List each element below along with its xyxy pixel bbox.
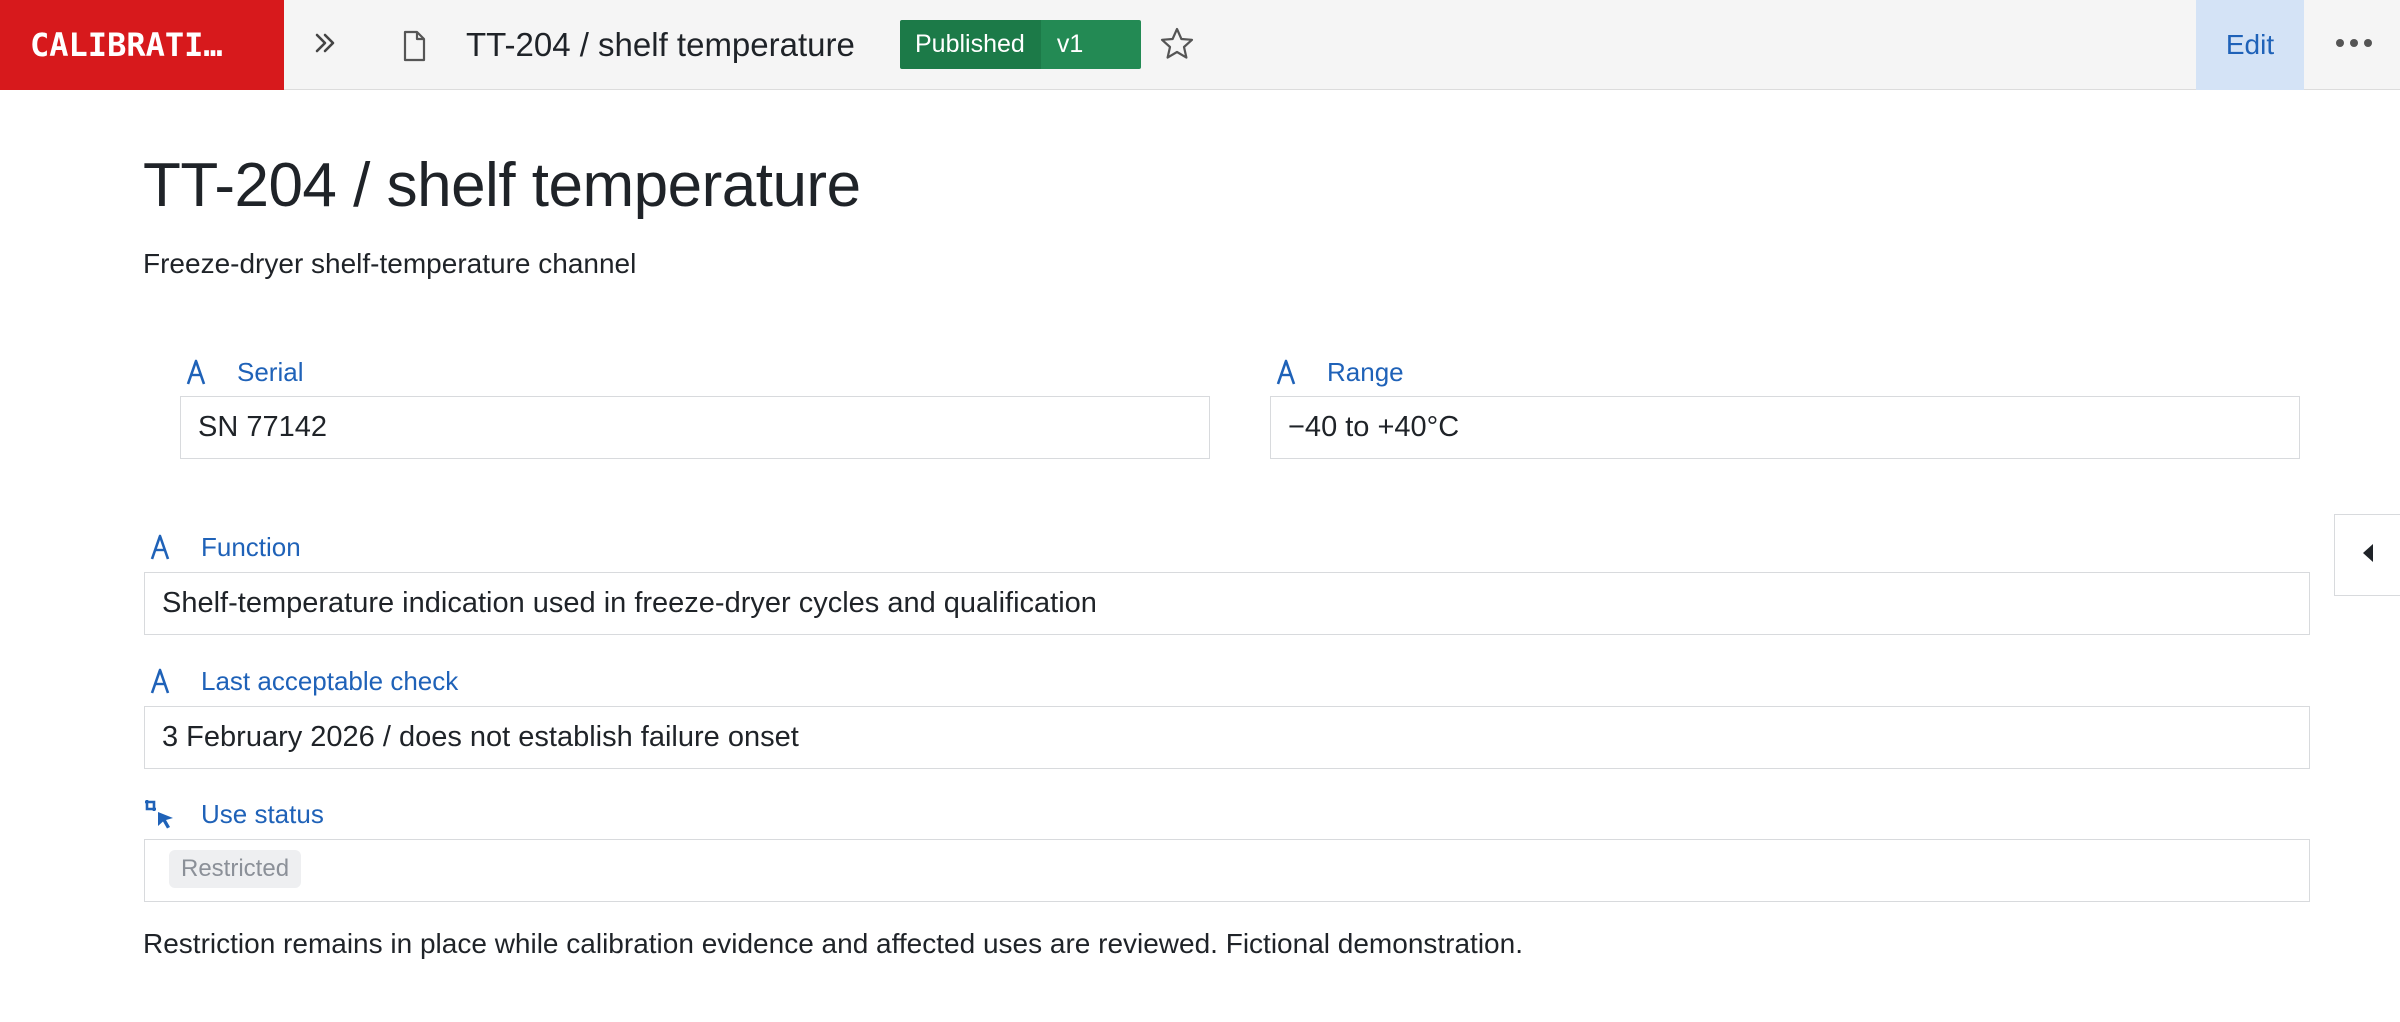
favorite-button[interactable]: [1155, 24, 1199, 68]
status-label: Published: [900, 20, 1041, 69]
range-label: Range: [1273, 354, 1404, 390]
text-field-icon: [1273, 357, 1299, 387]
use-status-label-text: Use status: [201, 798, 324, 829]
range-field[interactable]: −40 to +40°C: [1270, 396, 2300, 459]
restriction-note: Restriction remains in place while calib…: [143, 928, 1523, 959]
header-document-title: TT-204 / shelf temperature: [466, 26, 855, 63]
last-check-label-text: Last acceptable check: [201, 665, 459, 696]
use-status-chip[interactable]: Restricted: [169, 850, 302, 889]
last-check-field[interactable]: 3 February 2026 / does not establish fai…: [144, 706, 2310, 769]
edit-button[interactable]: Edit: [2196, 0, 2304, 90]
use-status-field[interactable]: Restricted: [144, 839, 2310, 902]
text-field-icon: [183, 357, 209, 387]
more-actions-button[interactable]: [2324, 0, 2384, 90]
selection-field-icon: [143, 799, 177, 829]
serial-field[interactable]: SN 77142: [180, 396, 1210, 459]
use-status-label: Use status: [143, 796, 324, 832]
expand-sidebar-button[interactable]: [300, 20, 350, 70]
last-check-label: Last acceptable check: [147, 663, 458, 699]
function-label: Function: [147, 529, 301, 565]
version-label: v1: [1040, 20, 1142, 69]
page-subtitle: Freeze-dryer shelf-temperature channel: [143, 248, 637, 279]
app-logo[interactable]: CALIBRATI…: [0, 0, 284, 90]
document-icon: [396, 28, 432, 64]
range-label-text: Range: [1327, 356, 1404, 387]
serial-label: Serial: [183, 354, 303, 390]
text-field-icon: [147, 666, 173, 696]
caret-left-icon: [2360, 542, 2376, 569]
top-bar: CALIBRATI… TT-204 / shelf temperature Pu…: [0, 0, 2400, 90]
serial-label-text: Serial: [237, 356, 304, 387]
page-title: TT-204 / shelf temperature: [143, 151, 861, 220]
double-chevron-right-icon: [310, 28, 340, 63]
side-panel-toggle[interactable]: [2334, 514, 2400, 596]
star-icon: [1159, 26, 1195, 67]
status-badge: Published v1: [900, 20, 1142, 69]
text-field-icon: [147, 532, 173, 562]
function-field[interactable]: Shelf-temperature indication used in fre…: [144, 572, 2310, 635]
more-horizontal-icon: [2334, 36, 2374, 54]
function-label-text: Function: [201, 531, 301, 562]
